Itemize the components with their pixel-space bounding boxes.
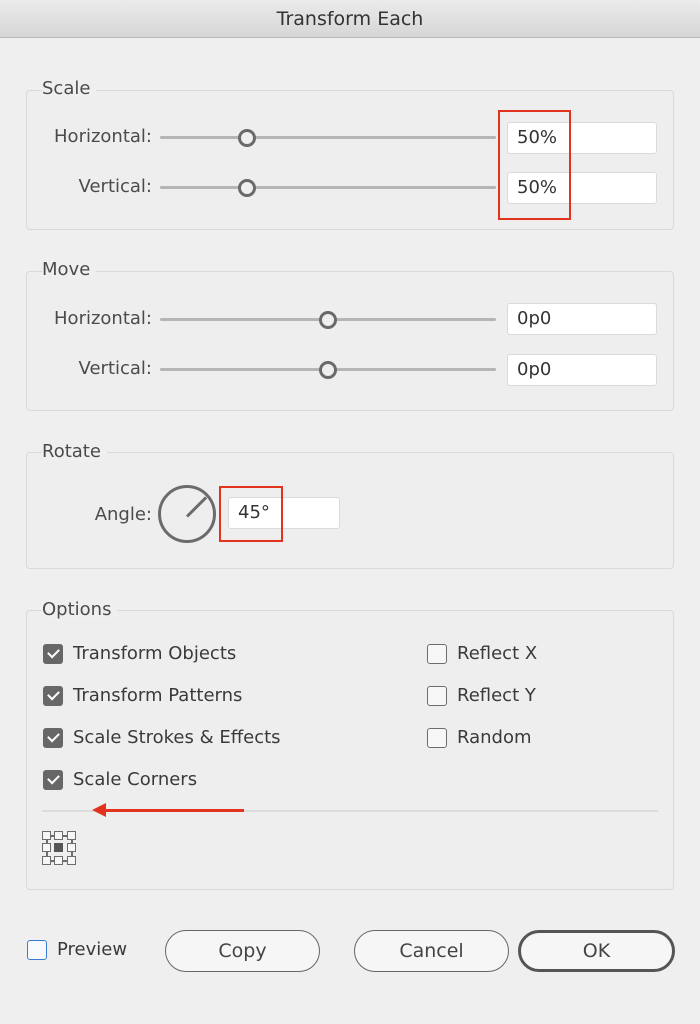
ref-point-middle-left[interactable]	[42, 843, 51, 852]
scale-corners-checkbox[interactable]: Scale Corners	[43, 769, 197, 790]
slider-knob[interactable]	[238, 129, 257, 147]
ref-point-top-left[interactable]	[42, 831, 51, 840]
checkbox-box[interactable]	[27, 939, 47, 960]
scale-values-highlight	[498, 110, 571, 220]
cancel-button[interactable]: Cancel	[354, 930, 509, 972]
move-vertical-input[interactable]: 0p0	[507, 354, 657, 386]
ref-point-top-right[interactable]	[67, 831, 76, 840]
ref-point-middle-right[interactable]	[67, 843, 76, 852]
move-group	[26, 271, 674, 411]
checkbox-label: Scale Strokes & Effects	[73, 727, 281, 748]
move-horizontal-label: Horizontal:	[54, 308, 152, 329]
ref-point-top-center[interactable]	[54, 831, 63, 840]
move-vertical-slider[interactable]	[160, 361, 496, 379]
checkbox-label: Scale Corners	[73, 769, 198, 790]
transform-objects-checkbox[interactable]: Transform Objects	[43, 643, 236, 664]
scale-strokes-effects-checkbox[interactable]: Scale Strokes & Effects	[43, 727, 281, 748]
options-group-title: Options	[42, 599, 118, 620]
move-group-title: Move	[42, 259, 97, 280]
checkbox-label: Transform Objects	[73, 643, 237, 664]
move-horizontal-slider[interactable]	[160, 311, 496, 329]
arrow-left-icon	[92, 803, 244, 817]
window-title: Transform Each	[276, 7, 424, 30]
transform-patterns-checkbox[interactable]: Transform Patterns	[43, 685, 242, 706]
preview-checkbox[interactable]: Preview	[27, 939, 127, 960]
checkbox-box[interactable]	[427, 727, 447, 748]
scale-vertical-slider[interactable]	[160, 179, 496, 197]
slider-knob[interactable]	[319, 311, 337, 329]
scale-group-title: Scale	[42, 78, 97, 99]
ref-point-center[interactable]	[54, 843, 63, 852]
angle-dial-hand[interactable]	[185, 496, 208, 518]
checkbox-label: Preview	[57, 939, 128, 960]
ref-point-bottom-center[interactable]	[54, 856, 63, 865]
checkbox-box[interactable]	[427, 685, 447, 706]
angle-dial[interactable]	[158, 485, 216, 543]
angle-value-highlight	[219, 486, 283, 542]
scale-vertical-label: Vertical:	[78, 176, 152, 197]
checkbox-box[interactable]	[43, 727, 63, 748]
checkbox-label: Reflect X	[457, 643, 538, 664]
ref-point-bottom-right[interactable]	[67, 856, 76, 865]
scale-group	[26, 90, 674, 230]
slider-track	[160, 136, 496, 139]
random-checkbox[interactable]: Random	[427, 727, 532, 748]
checkbox-box[interactable]	[43, 643, 63, 664]
reference-point-grid-icon[interactable]	[42, 831, 76, 865]
angle-label: Angle:	[94, 504, 152, 525]
move-vertical-label: Vertical:	[78, 358, 152, 379]
ref-point-bottom-left[interactable]	[42, 856, 51, 865]
ok-button[interactable]: OK	[518, 930, 675, 972]
slider-knob[interactable]	[319, 361, 337, 379]
checkbox-box[interactable]	[43, 685, 63, 706]
checkbox-label: Reflect Y	[457, 685, 536, 706]
slider-knob[interactable]	[238, 179, 257, 197]
reflect-y-checkbox[interactable]: Reflect Y	[427, 685, 536, 706]
checkbox-label: Random	[457, 727, 532, 748]
title-bar: Transform Each	[0, 0, 700, 38]
reflect-x-checkbox[interactable]: Reflect X	[427, 643, 537, 664]
scale-horizontal-label: Horizontal:	[54, 126, 152, 147]
rotate-group-title: Rotate	[42, 441, 107, 462]
checkbox-box[interactable]	[43, 769, 63, 790]
checkbox-label: Transform Patterns	[73, 685, 243, 706]
move-horizontal-input[interactable]: 0p0	[507, 303, 657, 335]
checkbox-box[interactable]	[427, 643, 447, 664]
scale-horizontal-slider[interactable]	[160, 129, 496, 147]
copy-button[interactable]: Copy	[165, 930, 320, 972]
slider-track	[160, 186, 496, 189]
arrow-shaft	[102, 809, 244, 812]
